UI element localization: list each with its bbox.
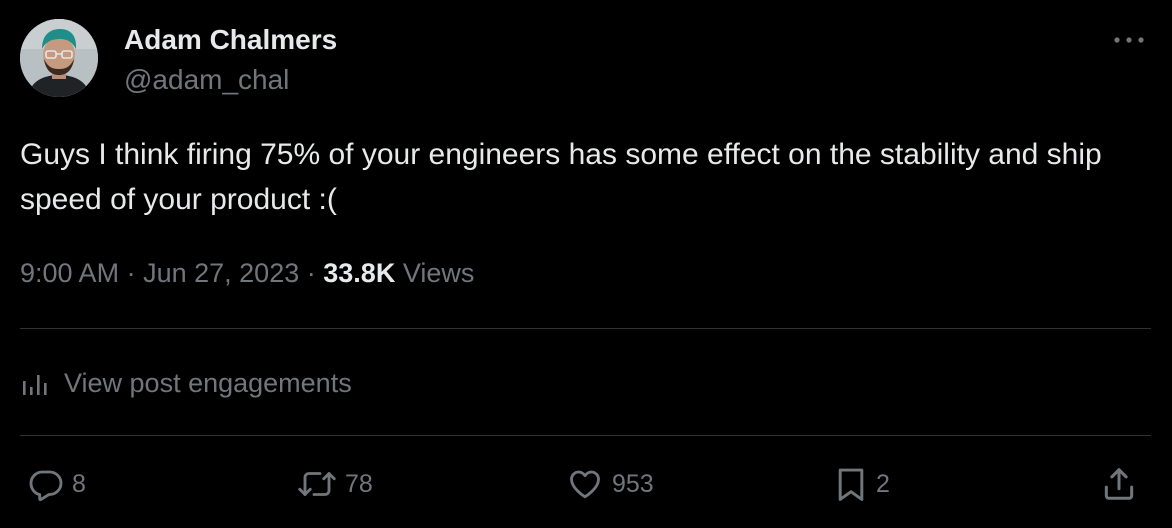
tweet-date[interactable]: Jun 27, 2023 [143,258,299,288]
tweet-text: Guys I think firing 75% of your engineer… [20,138,1102,216]
repost-button[interactable]: 78 [297,462,373,506]
tweet-meta: 9:00 AM · Jun 27, 2023 · 33.8K Views [20,258,474,289]
bookmark-button[interactable]: 2 [834,462,890,506]
more-icon [1113,36,1145,44]
author-handle[interactable]: @adam_chal [124,64,289,96]
bookmark-icon [834,465,868,503]
repost-count: 78 [345,469,373,498]
meta-separator: · [126,258,136,288]
reply-icon [28,466,64,502]
tweet-card: Adam Chalmers @adam_chal Guys I think fi… [0,0,1172,528]
engagements-label: View post engagements [64,367,352,398]
views-count: 33.8K [323,258,396,288]
reply-count: 8 [72,469,86,498]
meta-separator: · [306,258,316,288]
author-name[interactable]: Adam Chalmers [124,24,337,56]
repost-icon [297,466,337,502]
avatar[interactable] [20,19,98,97]
heart-icon [566,466,604,502]
like-button[interactable]: 953 [566,462,654,506]
divider [20,435,1151,436]
share-icon [1100,465,1138,503]
reply-button[interactable]: 8 [28,462,86,506]
share-button[interactable] [1100,462,1138,506]
bookmark-count: 2 [876,469,890,498]
tweet-time[interactable]: 9:00 AM [20,258,119,288]
views-label: Views [402,258,475,288]
view-engagements-link[interactable]: View post engagements [20,364,352,402]
divider [20,328,1151,329]
more-button[interactable] [1106,22,1152,58]
analytics-icon [20,369,50,397]
like-count: 953 [612,469,654,498]
